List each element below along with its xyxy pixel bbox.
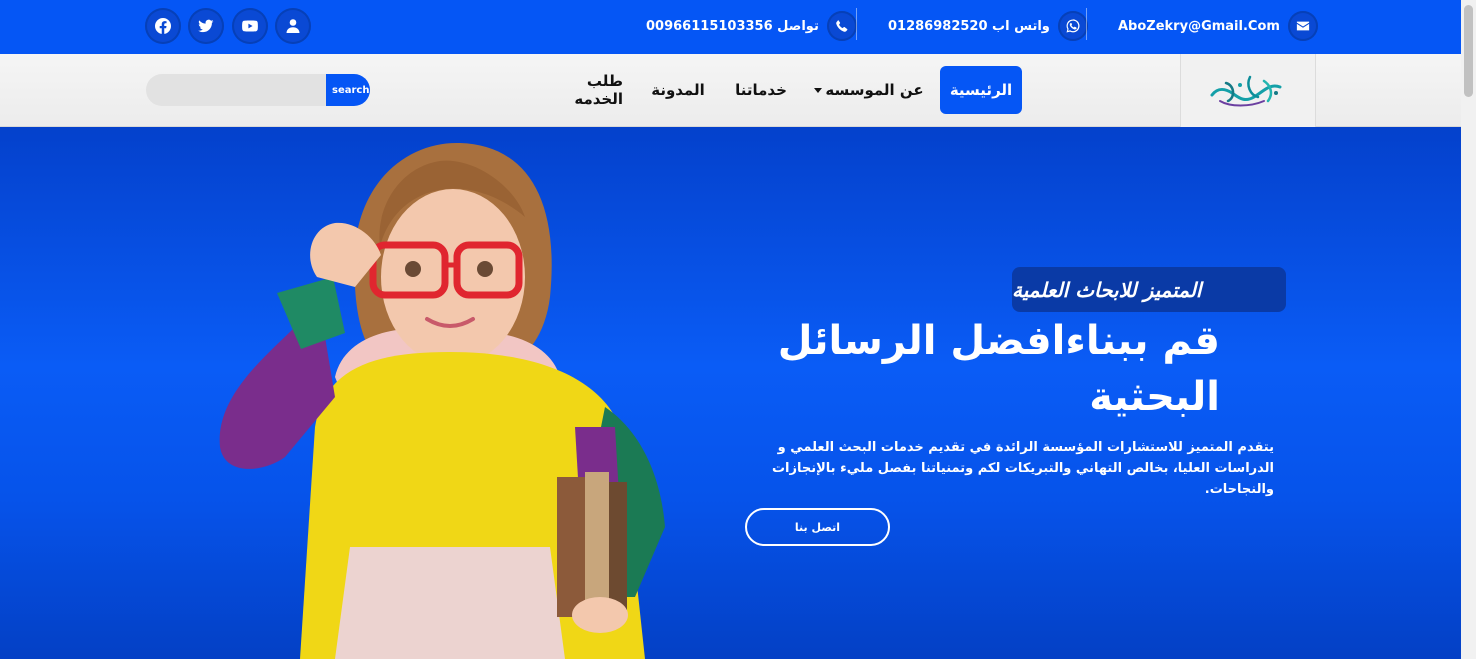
nav-home[interactable]: الرئيسية xyxy=(940,66,1022,114)
facebook-icon[interactable] xyxy=(145,8,181,44)
hero-section: المتميز للابحاث العلمية قم ببناءافضل الر… xyxy=(0,127,1461,659)
email-label: AboZekry@Gmail.Com xyxy=(1118,18,1280,34)
caret-down-icon xyxy=(814,87,823,93)
divider xyxy=(856,8,857,40)
whatsapp-icon xyxy=(1057,11,1088,41)
whatsapp-label: واتس اب 01286982520 xyxy=(888,18,1050,34)
email-contact[interactable]: AboZekry@Gmail.Com xyxy=(1118,10,1318,42)
nav-services[interactable]: خدماتنا xyxy=(728,66,794,114)
phone-contact[interactable]: تواصل 00966115103356 xyxy=(646,10,857,42)
page-scrollbar[interactable] xyxy=(1461,0,1476,659)
nav-request-service[interactable]: طلب الخدمه xyxy=(537,66,623,114)
twitter-icon[interactable] xyxy=(188,8,224,44)
phone-label: تواصل 00966115103356 xyxy=(646,18,819,34)
site-logo[interactable] xyxy=(1180,54,1316,127)
logo-calligraphy-icon xyxy=(1210,75,1282,106)
nav-about[interactable]: عن الموسسه xyxy=(814,66,924,114)
envelope-icon xyxy=(1287,11,1318,41)
hero-tagline: المتميز للابحاث العلمية xyxy=(1012,267,1286,312)
divider xyxy=(1086,8,1087,40)
scrollbar-thumb[interactable] xyxy=(1464,5,1473,97)
whatsapp-contact[interactable]: واتس اب 01286982520 xyxy=(888,10,1088,42)
girl-with-books-image xyxy=(219,142,665,659)
search-button[interactable]: search xyxy=(326,74,370,106)
main-navbar: الرئيسية عن الموسسه خدماتنا المدونة طلب … xyxy=(0,54,1461,127)
search-input[interactable] xyxy=(146,74,328,106)
top-bar: تواصل 00966115103356 واتس اب 01286982520… xyxy=(0,0,1461,54)
contact-us-button[interactable]: اتصل بنا xyxy=(745,508,890,546)
hero-headline: قم ببناءافضل الرسائل البحثية xyxy=(777,318,1220,420)
youtube-icon[interactable] xyxy=(232,8,268,44)
nav-blog[interactable]: المدونة xyxy=(647,66,709,114)
user-icon[interactable] xyxy=(275,8,311,44)
phone-icon xyxy=(826,11,857,41)
hero-description: يتقدم المتميز للاستشارات المؤسسة الرائدة… xyxy=(771,440,1274,497)
